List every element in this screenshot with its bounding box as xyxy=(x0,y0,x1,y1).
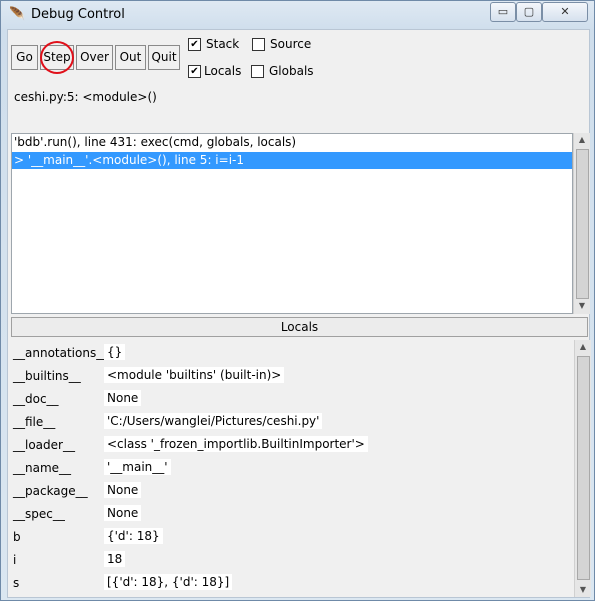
locals-checkbox[interactable]: ✔ xyxy=(188,65,201,78)
local-value: {} xyxy=(104,344,126,360)
globals-checkbox-label: Globals xyxy=(269,64,314,78)
stack-frame-row-selected[interactable]: > '__main__'.<module>(), line 5: i=i-1 xyxy=(12,152,572,169)
python-feather-icon: 🪶 xyxy=(9,7,26,22)
local-name: __loader__ xyxy=(13,438,75,452)
local-value: 18 xyxy=(104,551,126,567)
local-value: {'d': 18} xyxy=(104,528,163,544)
scroll-down-arrow-icon[interactable]: ▼ xyxy=(575,583,591,597)
local-value: None xyxy=(104,482,142,498)
local-name: __spec__ xyxy=(13,507,65,521)
stack-scrollbar[interactable]: ▲ ▼ xyxy=(573,133,590,314)
close-button[interactable]: ✕ xyxy=(542,2,588,22)
local-name: __annotations__ xyxy=(13,346,109,360)
local-name: __builtins__ xyxy=(13,369,81,383)
source-checkbox[interactable] xyxy=(252,38,265,51)
local-value: <module 'builtins' (built-in)> xyxy=(104,367,285,383)
local-value: None xyxy=(104,390,142,406)
scroll-down-arrow-icon[interactable]: ▼ xyxy=(574,299,590,313)
stack-frame-row[interactable]: 'bdb'.run(), line 431: exec(cmd, globals… xyxy=(12,134,572,151)
local-name: __package__ xyxy=(13,484,88,498)
stack-checkbox-label: Stack xyxy=(206,37,240,51)
scroll-up-arrow-icon[interactable]: ▲ xyxy=(574,133,590,147)
local-value: [{'d': 18}, {'d': 18}] xyxy=(104,574,233,590)
step-highlight-circle xyxy=(40,41,74,74)
local-value: '__main__' xyxy=(104,459,171,475)
minimize-button[interactable]: ▭ xyxy=(490,2,516,22)
local-name: __file__ xyxy=(13,415,56,429)
go-button[interactable]: Go xyxy=(11,45,38,70)
local-name: __doc__ xyxy=(13,392,59,406)
local-name: b xyxy=(13,530,21,544)
stack-scroll-thumb[interactable] xyxy=(576,149,589,299)
title-bar[interactable]: 🪶 Debug Control ▭ ▢ ✕ xyxy=(1,1,594,29)
local-name: i xyxy=(13,553,17,567)
local-value: 'C:/Users/wanglei/Pictures/ceshi.py' xyxy=(104,413,323,429)
locals-scroll-thumb[interactable] xyxy=(577,356,590,580)
local-value: <class '_frozen_importlib.BuiltinImporte… xyxy=(104,436,368,452)
window-title: Debug Control xyxy=(31,7,125,22)
local-name: s xyxy=(13,576,20,590)
local-value: None xyxy=(104,505,142,521)
out-button[interactable]: Out xyxy=(115,45,146,70)
stack-list[interactable]: 'bdb'.run(), line 431: exec(cmd, globals… xyxy=(11,133,573,314)
scroll-up-arrow-icon[interactable]: ▲ xyxy=(575,340,591,354)
maximize-button[interactable]: ▢ xyxy=(516,2,542,22)
source-checkbox-label: Source xyxy=(270,37,312,51)
debug-control-window: 🪶 Debug Control ▭ ▢ ✕ Go Step Over Out Q… xyxy=(0,0,595,601)
over-button[interactable]: Over xyxy=(76,45,113,70)
local-name: __name__ xyxy=(13,461,72,475)
globals-checkbox[interactable] xyxy=(251,65,264,78)
current-location-status: ceshi.py:5: <module>() xyxy=(14,90,157,104)
locals-section-header: Locals xyxy=(11,317,588,337)
debugger-client-area: Go Step Over Out Quit ✔ Stack Source ✔ L… xyxy=(7,29,591,598)
locals-checkbox-label: Locals xyxy=(204,64,242,78)
locals-scrollbar[interactable]: ▲ ▼ xyxy=(574,340,591,597)
locals-pane: __annotations__ {} __builtins__ <module … xyxy=(11,339,588,597)
stack-checkbox[interactable]: ✔ xyxy=(188,38,201,51)
quit-button[interactable]: Quit xyxy=(148,45,180,70)
